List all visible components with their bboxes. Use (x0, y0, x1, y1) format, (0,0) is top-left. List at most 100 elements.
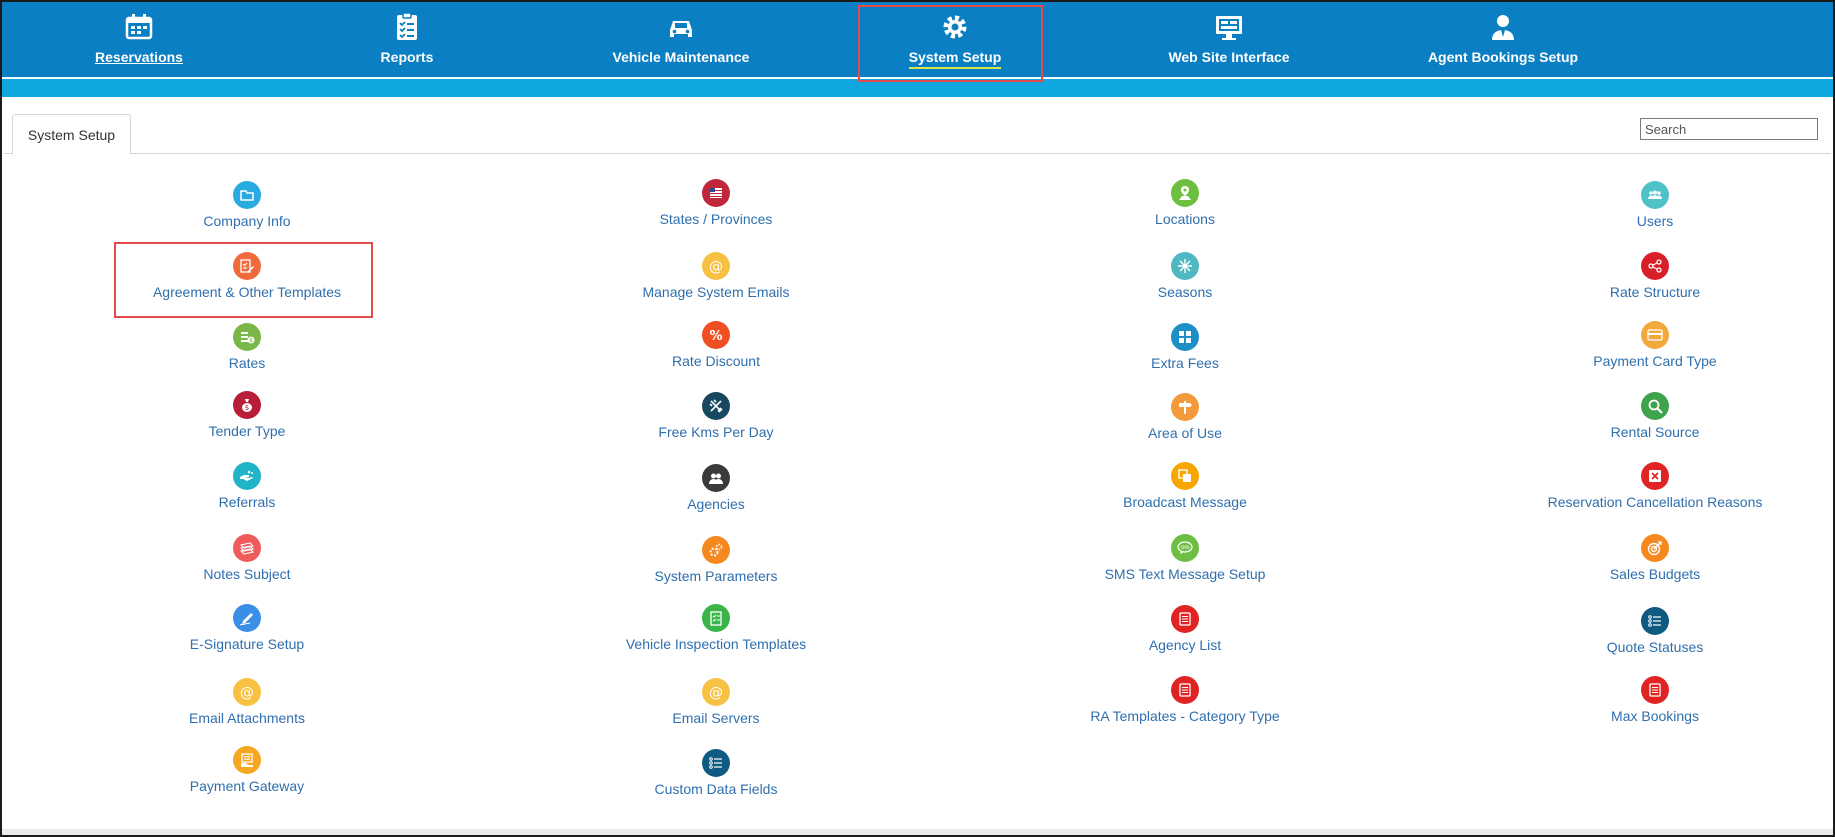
menu-sms-text-message-setup[interactable]: SMS SMS Text Message Setup (1015, 534, 1355, 582)
menu-rates[interactable]: $ Rates (77, 323, 417, 371)
snowflake-icon (1171, 252, 1199, 280)
nav-agent-bookings-setup-label: Agent Bookings Setup (1427, 49, 1579, 65)
menu-vehicle-inspection-templates-label: Vehicle Inspection Templates (625, 636, 807, 652)
menu-rental-source[interactable]: Rental Source (1485, 392, 1825, 440)
menu-manage-system-emails[interactable]: @ Manage System Emails (546, 252, 886, 300)
menu-custom-data-fields-label: Custom Data Fields (654, 781, 778, 797)
nav-agent-bookings-setup[interactable]: Agent Bookings Setup (1366, 2, 1640, 78)
bottom-border (2, 829, 1833, 835)
tab-bar-line (4, 153, 1831, 154)
gears-icon (702, 536, 730, 564)
users-icon (1641, 181, 1669, 209)
nav-vehicle-maintenance[interactable]: Vehicle Maintenance (544, 2, 818, 78)
folder-icon (233, 181, 261, 209)
menu-referrals[interactable]: Referrals (77, 462, 417, 510)
menu-area-of-use-label: Area of Use (1148, 425, 1222, 441)
svg-text:$: $ (249, 337, 253, 344)
cancel-icon (1641, 462, 1669, 490)
svg-text:%: % (709, 329, 722, 343)
menu-vehicle-inspection-templates[interactable]: Vehicle Inspection Templates (546, 604, 886, 652)
grid-icon (1171, 323, 1199, 351)
menu-users[interactable]: Users (1485, 181, 1825, 229)
magnifier-icon (1641, 392, 1669, 420)
percent-icon: % (702, 321, 730, 349)
menu-tender-type[interactable]: $ Tender Type (77, 391, 417, 439)
menu-extra-fees-label: Extra Fees (1151, 355, 1219, 371)
active-nav-highlight (858, 5, 1043, 82)
menu-free-kms-per-day-label: Free Kms Per Day (658, 424, 774, 440)
menu-states-provinces[interactable]: States / Provinces (546, 179, 886, 227)
menu-system-parameters-label: System Parameters (654, 568, 778, 584)
hand-icon (233, 462, 261, 490)
svg-text:@: @ (709, 259, 723, 274)
menu-e-signature-setup[interactable]: E-Signature Setup (77, 604, 417, 652)
menu-payment-gateway-label: Payment Gateway (189, 778, 305, 794)
svg-text:@: @ (240, 685, 254, 700)
menu-sales-budgets[interactable]: Sales Budgets (1485, 534, 1825, 582)
checklist-icon (397, 12, 417, 40)
menu-quote-statuses[interactable]: Quote Statuses (1485, 607, 1825, 655)
menu-seasons[interactable]: Seasons (1015, 252, 1355, 300)
menu-system-parameters[interactable]: System Parameters (546, 536, 886, 584)
menu-rate-structure[interactable]: Rate Structure (1485, 252, 1825, 300)
menu-extra-fees[interactable]: Extra Fees (1015, 323, 1355, 371)
menu-rates-label: Rates (228, 355, 266, 371)
menu-email-attachments-label: Email Attachments (189, 710, 305, 726)
checklist-icon (702, 604, 730, 632)
search-input[interactable] (1640, 118, 1818, 140)
people-icon (702, 464, 730, 492)
list-icon (702, 749, 730, 777)
signpost-icon (1171, 393, 1199, 421)
at-icon: @ (702, 678, 730, 706)
menu-rate-discount-label: Rate Discount (672, 353, 760, 369)
nav-vehicle-maintenance-label: Vehicle Maintenance (612, 49, 750, 65)
tab-system-setup[interactable]: System Setup (12, 114, 131, 155)
menu-custom-data-fields[interactable]: Custom Data Fields (546, 749, 886, 797)
menu-ra-templates-category-type-label: RA Templates - Category Type (1090, 708, 1280, 724)
menu-rental-source-label: Rental Source (1610, 424, 1700, 440)
menu-email-servers[interactable]: @ Email Servers (546, 678, 886, 726)
menu-reservation-cancellation-reasons[interactable]: Reservation Cancellation Reasons (1485, 462, 1825, 510)
menu-email-servers-label: Email Servers (672, 710, 760, 726)
menu-email-attachments[interactable]: @ Email Attachments (77, 678, 417, 726)
menu-locations-label: Locations (1155, 211, 1215, 227)
share-icon (1641, 252, 1669, 280)
monitor-icon (1216, 16, 1242, 40)
nav-reports[interactable]: Reports (270, 2, 544, 78)
menu-locations[interactable]: Locations (1015, 179, 1355, 227)
svg-text:SMS: SMS (1180, 545, 1190, 551)
menu-payment-gateway[interactable]: Payment Gateway (77, 746, 417, 794)
menu-max-bookings-label: Max Bookings (1611, 708, 1699, 724)
at-icon: @ (233, 678, 261, 706)
menu-agency-list[interactable]: Agency List (1015, 605, 1355, 653)
nav-reservations[interactable]: Reservations (2, 2, 276, 78)
menu-users-label: Users (1636, 213, 1674, 229)
svg-text:$: $ (245, 404, 249, 412)
flag-icon (702, 179, 730, 207)
list-icon (1641, 607, 1669, 635)
copy-icon (1171, 462, 1199, 490)
document-icon (1171, 676, 1199, 704)
notes-icon (233, 534, 261, 562)
menu-free-kms-per-day[interactable]: Free Kms Per Day (546, 392, 886, 440)
menu-notes-subject-label: Notes Subject (203, 566, 291, 582)
menu-payment-card-type[interactable]: Payment Card Type (1485, 321, 1825, 369)
nav-web-site-interface[interactable]: Web Site Interface (1092, 2, 1366, 78)
nav-reports-label: Reports (380, 49, 434, 65)
menu-max-bookings[interactable]: Max Bookings (1485, 676, 1825, 724)
menu-rate-discount[interactable]: % Rate Discount (546, 321, 886, 369)
menu-company-info[interactable]: Company Info (77, 181, 417, 229)
menu-rate-structure-label: Rate Structure (1609, 284, 1701, 300)
menu-broadcast-message[interactable]: Broadcast Message (1015, 462, 1355, 510)
menu-ra-templates-category-type[interactable]: RA Templates - Category Type (1015, 676, 1355, 724)
document-icon (1171, 605, 1199, 633)
document-icon (1641, 676, 1669, 704)
calendar-icon (125, 14, 153, 40)
menu-agencies[interactable]: Agencies (546, 464, 886, 512)
item-highlight-box (114, 242, 373, 318)
menu-area-of-use[interactable]: Area of Use (1015, 393, 1355, 441)
pen-icon (233, 604, 261, 632)
menu-tender-type-label: Tender Type (208, 423, 286, 439)
menu-states-provinces-label: States / Provinces (659, 211, 773, 227)
menu-notes-subject[interactable]: Notes Subject (77, 534, 417, 582)
